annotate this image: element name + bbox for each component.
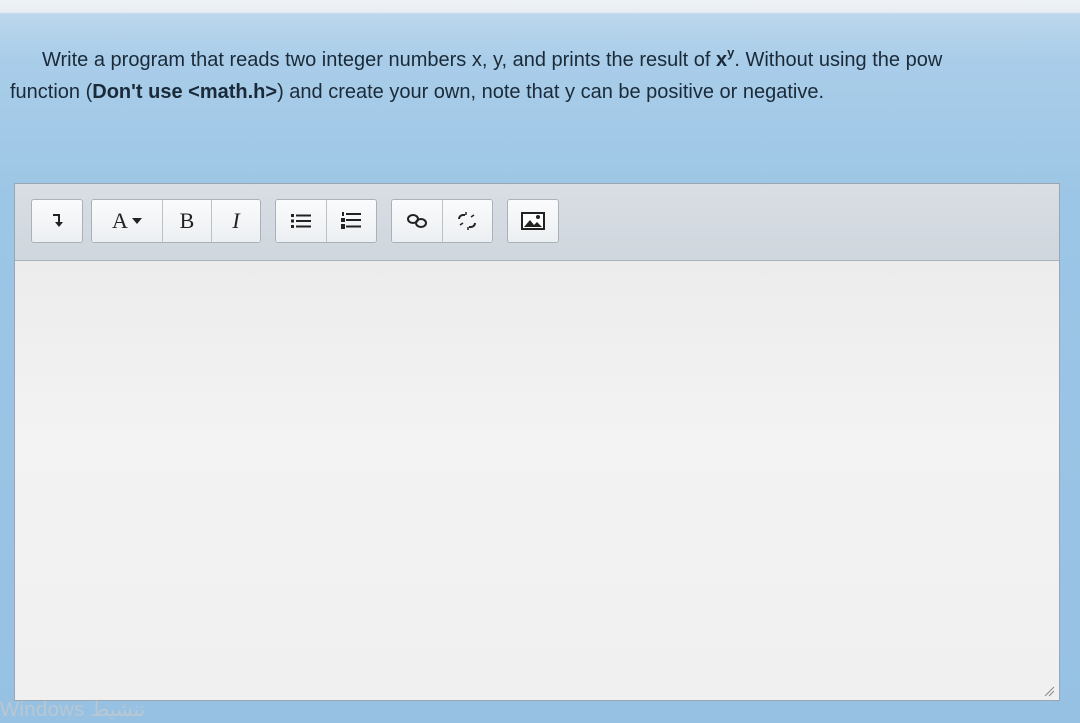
toolbar-group-format: A B I (91, 199, 261, 243)
insert-image-button[interactable] (508, 200, 558, 242)
question-part2: . Without using the pow (734, 49, 943, 71)
resize-handle-icon[interactable] (1043, 684, 1055, 697)
expand-toolbar-button[interactable] (32, 200, 82, 242)
toolbar-group-links (391, 199, 493, 243)
bold-button[interactable]: B (163, 200, 212, 242)
editor-toolbar: A B I (15, 184, 1059, 261)
question-part1: Write a program that reads two integer n… (42, 49, 717, 71)
question-line-1: Write a program that reads two integer n… (10, 44, 1060, 76)
unlink-button[interactable] (442, 200, 492, 242)
bold-icon: B (179, 208, 195, 233)
font-color-button[interactable]: A (92, 200, 163, 242)
font-color-icon: A (112, 208, 142, 234)
toolbar-group-media (507, 199, 559, 243)
toolbar-group-lists (275, 199, 377, 243)
link-icon (406, 213, 428, 229)
question-bold-text: Don't use <math.h> (92, 81, 278, 103)
answer-text-area[interactable] (15, 261, 1059, 700)
bullet-list-button[interactable] (276, 200, 327, 242)
question-base: x (716, 49, 728, 71)
question-text: Write a program that reads two integer n… (10, 44, 1060, 108)
expand-icon (50, 213, 64, 229)
windows-activation-watermark: Windows تنشيط (0, 699, 146, 721)
unlink-icon (455, 211, 479, 231)
link-button[interactable] (392, 200, 443, 242)
toolbar-group-expand (31, 199, 83, 243)
question-part3: function ( (10, 81, 93, 103)
bullet-list-icon (290, 212, 312, 230)
font-color-label: A (112, 208, 128, 233)
italic-button[interactable]: I (212, 200, 260, 242)
question-line-2: function (Don't use <math.h>) and create… (10, 81, 824, 103)
question-part4: ) and create your own, note that y can b… (277, 81, 825, 103)
italic-icon: I (232, 208, 240, 233)
numbered-list-button[interactable] (326, 200, 376, 242)
numbered-list-icon (340, 211, 362, 231)
image-icon (521, 212, 545, 230)
answer-editor: A B I (14, 183, 1060, 701)
